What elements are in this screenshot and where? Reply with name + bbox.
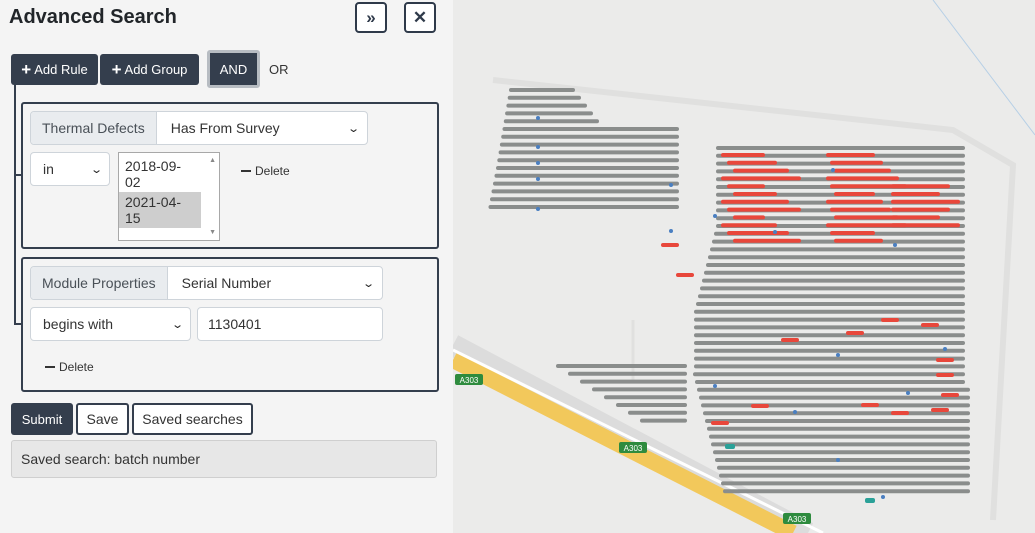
module-marker[interactable] bbox=[836, 458, 840, 462]
chevron-down-icon: ⌄ bbox=[346, 122, 360, 135]
delete-label: Delete bbox=[59, 360, 94, 374]
scroll-up-icon[interactable]: ▲ bbox=[209, 157, 216, 164]
save-button[interactable]: Save bbox=[76, 403, 129, 435]
river-line bbox=[932, 0, 1035, 136]
minus-icon bbox=[241, 170, 251, 172]
svg-text:A303: A303 bbox=[460, 376, 479, 385]
and-label: AND bbox=[219, 61, 248, 77]
module-marker[interactable] bbox=[773, 230, 777, 234]
survey-date-listbox[interactable]: 2018-09-02 2021-04-15 ▲ ▼ bbox=[118, 152, 220, 241]
map-canvas[interactable]: A303 A303 A303 bbox=[453, 0, 1035, 533]
expand-button[interactable]: » bbox=[355, 2, 387, 33]
chevron-down-icon: ⌄ bbox=[170, 318, 184, 331]
rule-property-value: Serial Number bbox=[181, 275, 272, 291]
solar-farm-map[interactable]: A303 A303 A303 bbox=[453, 0, 1035, 533]
module-marker[interactable] bbox=[536, 116, 540, 120]
rule-property-value: Has From Survey bbox=[170, 120, 280, 136]
delete-label: Delete bbox=[255, 164, 290, 178]
chevron-down-icon: ⌄ bbox=[361, 277, 375, 290]
rule-operator-value: begins with bbox=[43, 316, 114, 332]
module-marker[interactable] bbox=[836, 353, 840, 357]
chevron-down-icon: ⌄ bbox=[89, 163, 103, 176]
rule-operator-select[interactable]: begins with ⌄ bbox=[30, 307, 191, 341]
survey-date-option[interactable]: 2018-09-02 bbox=[119, 156, 201, 192]
module-marker[interactable] bbox=[536, 161, 540, 165]
module-marker[interactable] bbox=[943, 347, 947, 351]
minus-icon bbox=[45, 366, 55, 368]
close-button[interactable]: ✕ bbox=[404, 2, 436, 33]
module-marker[interactable] bbox=[669, 229, 673, 233]
module-marker[interactable] bbox=[906, 391, 910, 395]
saved-searches-button[interactable]: Saved searches bbox=[132, 403, 253, 435]
advanced-search-panel: Advanced Search » ✕ + Add Rule + Add Gro… bbox=[0, 0, 453, 533]
or-toggle-button[interactable]: OR bbox=[269, 62, 289, 77]
module-marker[interactable] bbox=[536, 145, 540, 149]
module-marker[interactable] bbox=[713, 214, 717, 218]
and-toggle-button[interactable]: AND bbox=[207, 50, 260, 88]
scroll-down-icon[interactable]: ▼ bbox=[209, 229, 216, 236]
module-marker[interactable] bbox=[831, 168, 835, 172]
module-marker[interactable] bbox=[536, 177, 540, 181]
double-chevron-right-icon: » bbox=[366, 7, 376, 27]
rule-field-selector[interactable]: Thermal Defects Has From Survey ⌄ bbox=[30, 111, 368, 145]
delete-rule-button[interactable]: Delete bbox=[241, 164, 290, 178]
module-marker[interactable] bbox=[713, 384, 717, 388]
plus-icon: + bbox=[111, 59, 122, 79]
saved-search-status: Saved search: batch number bbox=[11, 440, 437, 478]
add-rule-button[interactable]: + Add Rule bbox=[11, 54, 98, 85]
rule-field-selector[interactable]: Module Properties Serial Number ⌄ bbox=[30, 266, 383, 300]
module-marker[interactable] bbox=[881, 495, 885, 499]
submit-label: Submit bbox=[21, 411, 63, 427]
rule-property-select[interactable]: Serial Number ⌄ bbox=[168, 267, 382, 299]
close-icon: ✕ bbox=[412, 7, 428, 27]
vehicle-marker bbox=[725, 444, 735, 449]
svg-text:A303: A303 bbox=[624, 444, 643, 453]
rule-property-select[interactable]: Has From Survey ⌄ bbox=[157, 112, 367, 144]
module-marker[interactable] bbox=[536, 207, 540, 211]
road-label: A303 bbox=[783, 513, 811, 524]
plus-icon: + bbox=[21, 59, 32, 79]
add-group-button[interactable]: + Add Group bbox=[100, 54, 199, 85]
module-marker[interactable] bbox=[793, 410, 797, 414]
module-marker[interactable] bbox=[669, 183, 673, 187]
rule-operator-select[interactable]: in ⌄ bbox=[30, 152, 110, 186]
road-label: A303 bbox=[619, 442, 647, 453]
add-rule-label: Add Rule bbox=[34, 62, 88, 77]
panel-title: Advanced Search bbox=[9, 6, 177, 28]
module-marker[interactable] bbox=[893, 243, 897, 247]
road-label: A303 bbox=[455, 374, 483, 385]
rule-thermal-defects: Thermal Defects Has From Survey ⌄ in ⌄ 2… bbox=[21, 102, 439, 249]
rule-operator-value: in bbox=[43, 161, 54, 177]
serial-number-input[interactable] bbox=[197, 307, 383, 341]
rule-category-label: Module Properties bbox=[31, 267, 168, 299]
panel-rows bbox=[488, 88, 970, 494]
group-tree-line bbox=[14, 85, 16, 325]
rule-category-label: Thermal Defects bbox=[31, 112, 157, 144]
vehicle-marker bbox=[865, 498, 875, 503]
rule-module-properties: Module Properties Serial Number ⌄ begins… bbox=[21, 257, 439, 392]
add-group-label: Add Group bbox=[124, 62, 188, 77]
svg-text:A303: A303 bbox=[788, 515, 807, 524]
delete-rule-button[interactable]: Delete bbox=[45, 360, 94, 374]
submit-button[interactable]: Submit bbox=[11, 403, 73, 435]
survey-date-option-selected[interactable]: 2021-04-15 bbox=[119, 192, 201, 228]
